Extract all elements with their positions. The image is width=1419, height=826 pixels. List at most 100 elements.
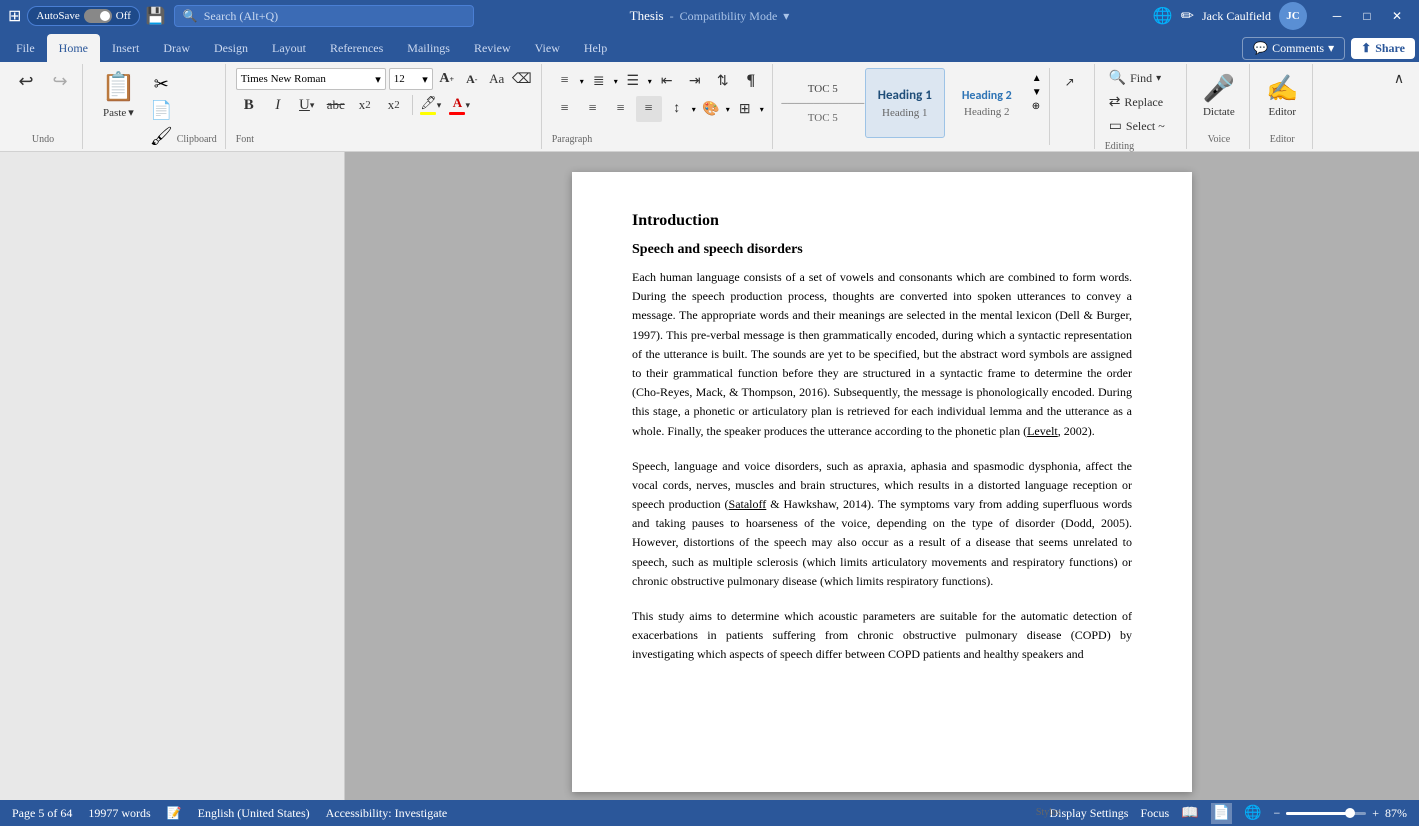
print-layout-button[interactable]: 📄 bbox=[1211, 803, 1232, 824]
underline-button[interactable]: U ▾ bbox=[294, 92, 320, 118]
line-spacing-button[interactable]: ↕ bbox=[664, 96, 690, 122]
style-toc5[interactable]: TOC 5 ───────────── TOC 5 bbox=[783, 68, 863, 138]
zoom-slider-thumb[interactable] bbox=[1345, 808, 1355, 818]
undo-button[interactable]: ↩ bbox=[10, 68, 42, 95]
font-family-select[interactable]: Times New Roman ▾ bbox=[236, 68, 386, 90]
select-button[interactable]: ▭ Select ~ bbox=[1105, 116, 1169, 137]
redo-button[interactable]: ↪ bbox=[44, 68, 76, 95]
pen-icon[interactable]: ✏ bbox=[1181, 6, 1194, 26]
italic-button[interactable]: I bbox=[265, 92, 291, 118]
ribbon-tabs: File Home Insert Draw Design Layout Refe… bbox=[0, 32, 1419, 62]
align-right-button[interactable]: ≡ bbox=[608, 96, 634, 122]
font-size-val: 12 bbox=[394, 73, 405, 85]
find-chevron: ▾ bbox=[1156, 73, 1161, 84]
style-heading1[interactable]: Heading 1 Heading 1 bbox=[865, 68, 945, 138]
ribbon-right: 💬 Comments ▾ ⬆ Share bbox=[1242, 37, 1415, 62]
tab-layout[interactable]: Layout bbox=[260, 34, 318, 62]
heading1-preview: Heading 1 bbox=[878, 87, 932, 105]
shading-button[interactable]: 🎨 bbox=[698, 96, 724, 122]
read-mode-button[interactable]: 📖 bbox=[1181, 805, 1198, 822]
align-left-button[interactable]: ≡ bbox=[552, 96, 578, 122]
change-case-button[interactable]: Aa bbox=[486, 68, 508, 90]
font-color-button[interactable]: A ▾ bbox=[447, 92, 473, 118]
search-box[interactable]: 🔍 Search (Alt+Q) bbox=[174, 5, 474, 27]
zoom-in-button[interactable]: + bbox=[1372, 806, 1379, 821]
find-icon: 🔍 bbox=[1109, 70, 1126, 87]
align-justify-button[interactable]: ≡ bbox=[636, 96, 662, 122]
subscript-button[interactable]: x2 bbox=[352, 92, 378, 118]
doc-compatibility[interactable]: Compatibility Mode bbox=[680, 9, 778, 24]
increase-font-button[interactable]: A+ bbox=[436, 68, 458, 90]
apps-icon[interactable]: ⊞ bbox=[8, 6, 21, 26]
tab-mailings[interactable]: Mailings bbox=[395, 34, 462, 62]
multilevel-button[interactable]: ☰ bbox=[620, 68, 646, 94]
restore-btn[interactable]: □ bbox=[1353, 2, 1381, 30]
undo-group: ↩ ↪ Undo bbox=[4, 64, 83, 149]
share-button[interactable]: ⬆ Share bbox=[1351, 38, 1415, 59]
tab-help[interactable]: Help bbox=[572, 34, 619, 62]
replace-button[interactable]: ⇄ Replace bbox=[1105, 92, 1169, 113]
autosave-badge[interactable]: AutoSave Off bbox=[27, 6, 139, 26]
bullets-button[interactable]: ≡ bbox=[552, 68, 578, 94]
tab-review[interactable]: Review bbox=[462, 34, 523, 62]
copy-button[interactable]: 📄 bbox=[148, 98, 175, 123]
text-highlight-button[interactable]: 🖊 ▾ bbox=[418, 92, 444, 118]
style-heading2[interactable]: Heading 2 Heading 2 bbox=[947, 68, 1027, 138]
strikethrough-button[interactable]: abc bbox=[323, 92, 349, 118]
select-label: Select ~ bbox=[1126, 119, 1165, 134]
zoom-control[interactable]: − + 87% bbox=[1273, 806, 1407, 821]
increase-indent-button[interactable]: ⇥ bbox=[682, 68, 708, 94]
styles-dialog-launcher[interactable]: ↗ bbox=[1054, 72, 1086, 93]
editor-button[interactable]: ✍ Editor bbox=[1260, 68, 1304, 124]
accessibility-label[interactable]: Accessibility: Investigate bbox=[326, 806, 448, 821]
find-button[interactable]: 🔍 Find ▾ bbox=[1105, 68, 1169, 89]
tab-file[interactable]: File bbox=[4, 34, 47, 62]
close-btn[interactable]: ✕ bbox=[1383, 2, 1411, 30]
show-marks-button[interactable]: ¶ bbox=[738, 68, 764, 94]
status-bar: Page 5 of 64 19977 words 📝 English (Unit… bbox=[0, 800, 1419, 826]
tab-design[interactable]: Design bbox=[202, 34, 260, 62]
user-avatar[interactable]: JC bbox=[1279, 2, 1307, 30]
font-size-select[interactable]: 12 ▾ bbox=[389, 68, 433, 90]
autosave-toggle[interactable] bbox=[84, 9, 112, 23]
sort-button[interactable]: ⇅ bbox=[710, 68, 736, 94]
save-icon[interactable]: 💾 bbox=[146, 6, 166, 26]
superscript-button[interactable]: x2 bbox=[381, 92, 407, 118]
clear-format-button[interactable]: ⌫ bbox=[511, 68, 533, 90]
styles-scroll-down[interactable]: ▼ bbox=[1029, 86, 1045, 99]
styles-scroll-up[interactable]: ▲ bbox=[1029, 72, 1045, 85]
intro-heading: Introduction bbox=[632, 212, 1132, 230]
display-settings-button[interactable]: Display Settings bbox=[1049, 806, 1128, 821]
dictate-button[interactable]: 🎤 Dictate bbox=[1197, 68, 1241, 124]
doc-scroll-area[interactable]: Introduction Speech and speech disorders… bbox=[345, 152, 1419, 800]
collapse-ribbon-button[interactable]: ∧ bbox=[1383, 68, 1415, 91]
language-indicator[interactable]: 📝 bbox=[167, 806, 182, 821]
web-layout-button[interactable]: 🌐 bbox=[1244, 805, 1261, 822]
zoom-slider[interactable] bbox=[1286, 812, 1366, 815]
borders-button[interactable]: ⊞ bbox=[732, 96, 758, 122]
paste-button[interactable]: 📋 Paste ▾ bbox=[93, 68, 144, 121]
font-row1: Times New Roman ▾ 12 ▾ A+ A- Aa ⌫ bbox=[236, 68, 533, 90]
internet-icon[interactable]: 🌐 bbox=[1153, 6, 1173, 26]
tab-insert[interactable]: Insert bbox=[100, 34, 151, 62]
minimize-btn[interactable]: ─ bbox=[1323, 2, 1351, 30]
decrease-font-button[interactable]: A- bbox=[461, 68, 483, 90]
decrease-indent-button[interactable]: ⇤ bbox=[654, 68, 680, 94]
font-color-bar bbox=[449, 112, 465, 115]
tab-draw[interactable]: Draw bbox=[151, 34, 202, 62]
zoom-out-button[interactable]: − bbox=[1273, 806, 1280, 821]
tab-home[interactable]: Home bbox=[47, 34, 100, 62]
align-center-button[interactable]: ≡ bbox=[580, 96, 606, 122]
bold-button[interactable]: B bbox=[236, 92, 262, 118]
comments-icon: 💬 bbox=[1253, 41, 1268, 56]
window-controls: ─ □ ✕ bbox=[1323, 2, 1411, 30]
cut-button[interactable]: ✂ bbox=[148, 72, 175, 97]
tab-references[interactable]: References bbox=[318, 34, 395, 62]
focus-button[interactable]: Focus bbox=[1140, 806, 1169, 821]
toc5-label: TOC 5 bbox=[808, 112, 838, 124]
tab-view[interactable]: View bbox=[523, 34, 572, 62]
styles-expand[interactable]: ⊕ bbox=[1029, 100, 1045, 113]
numbering-button[interactable]: ≣ bbox=[586, 68, 612, 94]
format-painter-button[interactable]: 🖌 bbox=[148, 124, 175, 149]
comments-button[interactable]: 💬 Comments ▾ bbox=[1242, 37, 1345, 60]
